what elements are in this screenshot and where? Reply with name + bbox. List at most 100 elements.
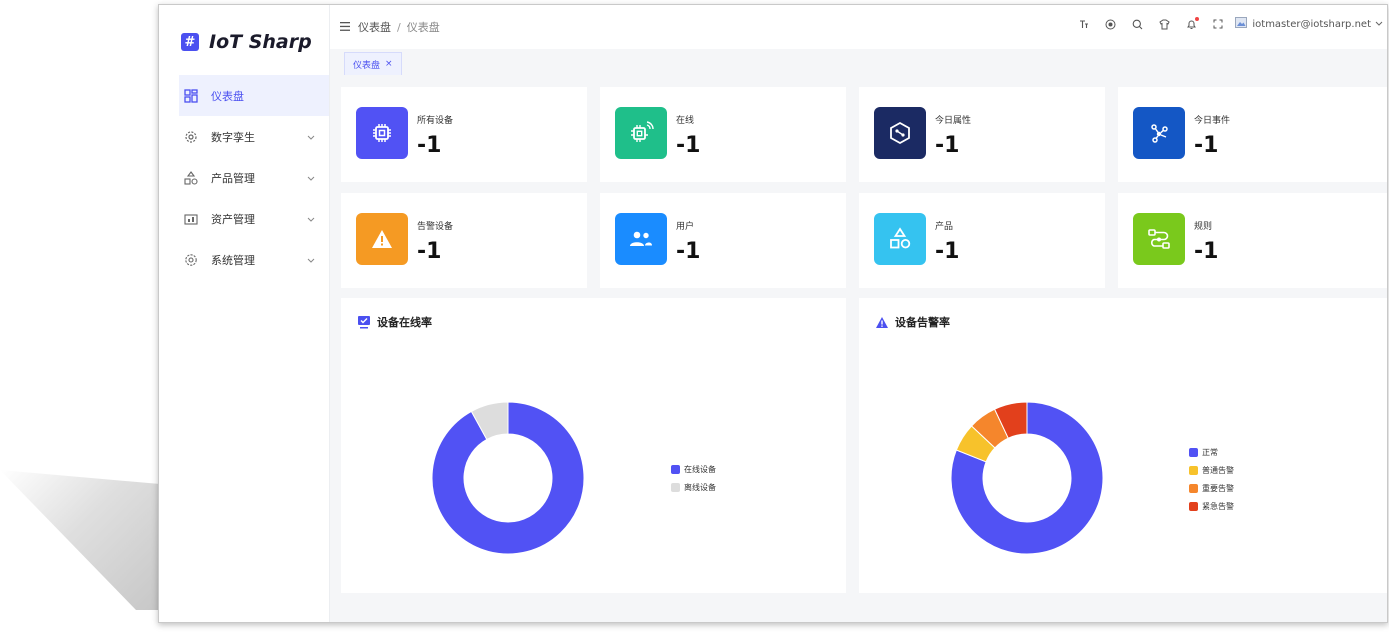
online-rate-panel: 设备在线率 在线设备 离线设备 [341, 298, 846, 593]
user-email: iotmaster@iotsharp.net [1252, 18, 1371, 30]
chevron-down-icon [307, 213, 315, 226]
legend-item[interactable]: 普通告警 [1189, 461, 1234, 479]
stat-card-today-attributes[interactable]: 今日属性 -1 [859, 87, 1105, 182]
legend-label: 正常 [1202, 447, 1218, 457]
theme-icon[interactable] [1159, 19, 1171, 30]
fullscreen-icon[interactable] [1213, 19, 1223, 29]
chevron-down-icon [307, 254, 315, 267]
legend-swatch [1189, 483, 1198, 493]
app-window: # IoT Sharp 仪表盘 数字孪生 产品管理 资产管理 系统管理 仪表盘 … [158, 4, 1388, 623]
stat-value: -1 [676, 239, 701, 264]
avatar-icon [1235, 17, 1248, 31]
users-icon [615, 213, 667, 265]
github-icon[interactable] [1105, 19, 1116, 30]
hexagon-link-icon [874, 107, 926, 159]
search-icon[interactable] [1132, 19, 1143, 30]
twin-gear-icon [183, 129, 199, 145]
breadcrumb-item[interactable]: 仪表盘 [358, 19, 391, 35]
breadcrumb-separator: / [397, 20, 401, 34]
sidebar-item-digital-twin[interactable]: 数字孪生 [179, 116, 329, 157]
breadcrumb: 仪表盘 / 仪表盘 [340, 19, 440, 35]
legend-swatch [1189, 501, 1198, 511]
sidebar: # IoT Sharp 仪表盘 数字孪生 产品管理 资产管理 系统管理 [159, 5, 330, 622]
stat-value: -1 [1194, 133, 1219, 158]
legend-item[interactable]: 离线设备 [671, 478, 716, 496]
rule-flow-icon [1133, 213, 1185, 265]
settings-icon [183, 252, 199, 268]
online-rate-legend: 在线设备 离线设备 [671, 460, 716, 496]
event-flow-icon [1133, 107, 1185, 159]
shapes-icon [183, 170, 199, 186]
legend-label: 在线设备 [684, 464, 716, 474]
stat-card-today-events[interactable]: 今日事件 -1 [1118, 87, 1387, 182]
sidebar-item-label: 系统管理 [211, 253, 255, 267]
legend-item[interactable]: 重要告警 [1189, 479, 1234, 497]
stat-label: 所有设备 [417, 116, 454, 126]
stat-label: 在线 [676, 116, 695, 126]
bell-icon[interactable] [1186, 16, 1200, 30]
sidebar-menu: 仪表盘 数字孪生 产品管理 资产管理 系统管理 [179, 75, 329, 280]
font-size-icon[interactable] [1079, 19, 1089, 29]
alarm-rate-legend: 正常普通告警重要告警紧急告警 [1189, 443, 1234, 515]
sidebar-item-label: 资产管理 [211, 212, 255, 226]
chip-icon [356, 107, 408, 159]
legend-swatch [671, 482, 680, 492]
sidebar-item-label: 数字孪生 [211, 130, 255, 144]
stat-label: 告警设备 [417, 222, 454, 232]
close-icon[interactable]: × [385, 59, 393, 69]
chevron-down-icon [307, 131, 315, 144]
logo-mark: # [181, 33, 199, 51]
tab-label: 仪表盘 [353, 60, 381, 71]
header-tools: iotmaster@iotsharp.net [1063, 16, 1383, 31]
legend-swatch [1189, 465, 1198, 475]
stat-card-online[interactable]: 在线 -1 [600, 87, 846, 182]
top-bar: 仪表盘 / 仪表盘 iotmaster@iotsharp.net [330, 5, 1387, 49]
legend-swatch [671, 464, 680, 474]
stat-value: -1 [935, 239, 960, 264]
tab-bar: 仪表盘 × [344, 52, 402, 75]
stat-card-rules[interactable]: 规则 -1 [1118, 193, 1387, 288]
legend-item[interactable]: 紧急告警 [1189, 497, 1234, 515]
stat-card-all-devices[interactable]: 所有设备 -1 [341, 87, 587, 182]
sidebar-item-assets[interactable]: 资产管理 [179, 198, 329, 239]
sidebar-item-dashboard[interactable]: 仪表盘 [179, 75, 329, 116]
alarm-rate-donut-chart [950, 401, 1104, 555]
chip-signal-icon [615, 107, 667, 159]
legend-label: 普通告警 [1202, 465, 1234, 475]
app-name: IoT Sharp [209, 31, 312, 53]
stat-card-products[interactable]: 产品 -1 [859, 193, 1105, 288]
stat-label: 今日属性 [935, 116, 972, 126]
legend-item[interactable]: 正常 [1189, 443, 1234, 461]
legend-item[interactable]: 在线设备 [671, 460, 716, 478]
sidebar-item-label: 产品管理 [211, 171, 255, 185]
stat-label: 规则 [1194, 222, 1213, 232]
product-shapes-icon [874, 213, 926, 265]
sidebar-item-system[interactable]: 系统管理 [179, 239, 329, 280]
legend-label: 离线设备 [684, 482, 716, 492]
tab-dashboard[interactable]: 仪表盘 × [344, 52, 402, 75]
app-logo[interactable]: # IoT Sharp [181, 31, 312, 53]
stat-value: -1 [417, 239, 442, 264]
dashboard-icon [183, 88, 199, 104]
stat-label: 产品 [935, 222, 954, 232]
menu-toggle-icon[interactable] [340, 21, 350, 34]
legend-swatch [1189, 447, 1198, 457]
stat-value: -1 [676, 133, 701, 158]
chevron-down-icon [1375, 19, 1383, 30]
decorative-shadow [0, 470, 160, 610]
legend-label: 紧急告警 [1202, 501, 1234, 511]
stat-label: 今日事件 [1194, 116, 1231, 126]
stat-value: -1 [1194, 239, 1219, 264]
stat-card-alarm-devices[interactable]: 告警设备 -1 [341, 193, 587, 288]
breadcrumb-item: 仪表盘 [406, 21, 440, 34]
user-menu[interactable]: iotmaster@iotsharp.net [1235, 17, 1383, 31]
sidebar-item-products[interactable]: 产品管理 [179, 157, 329, 198]
asset-icon [183, 211, 199, 227]
chevron-down-icon [307, 172, 315, 185]
alarm-rate-panel: 设备告警率 正常 普通告警 重要告警 紧急告警 [859, 298, 1387, 593]
legend-label: 重要告警 [1202, 483, 1234, 493]
stat-value: -1 [417, 133, 442, 158]
stat-card-users[interactable]: 用户 -1 [600, 193, 846, 288]
online-rate-donut-chart [431, 401, 585, 555]
sidebar-item-label: 仪表盘 [211, 89, 244, 103]
